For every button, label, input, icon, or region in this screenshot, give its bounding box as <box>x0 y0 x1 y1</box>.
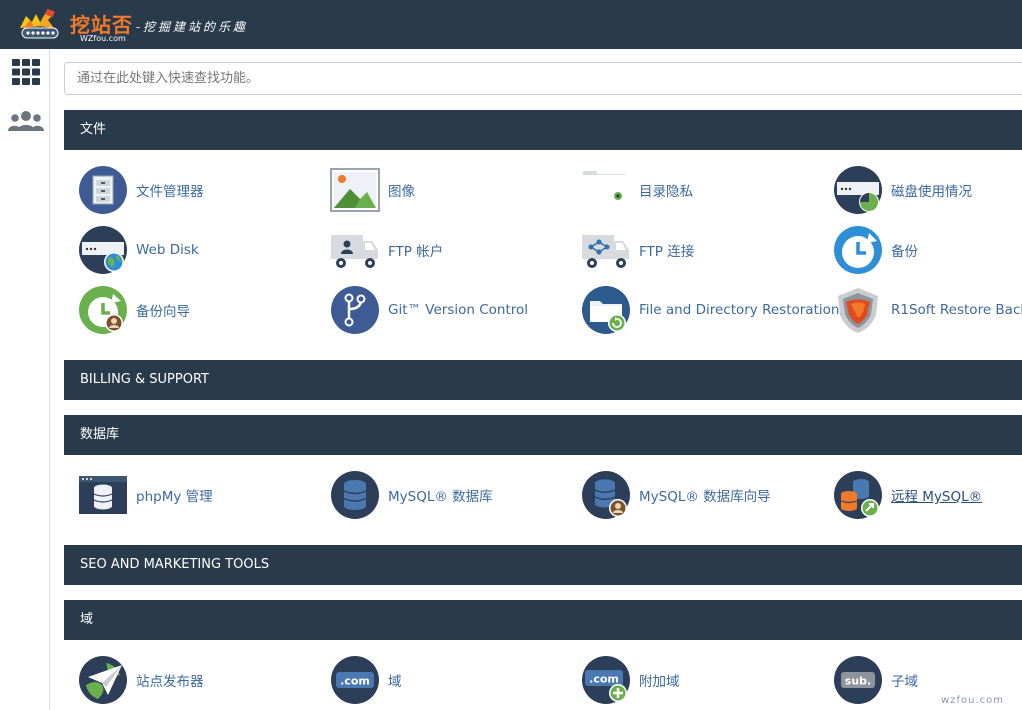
ftp-accounts-icon <box>330 225 380 275</box>
main-content: 文件 文件管理器 图像 目录隐私 磁盘使用情况 Web Disk <box>50 49 1022 710</box>
section-header-billing-support[interactable]: BILLING & SUPPORT <box>64 360 1022 400</box>
ftp-accounts-label: FTP 帐户 <box>388 244 444 260</box>
watermark: wzfou.com <box>941 695 1004 706</box>
disk-usage-label: 磁盘使用情况 <box>891 184 972 200</box>
apps-grid-button[interactable] <box>8 55 44 89</box>
section-header-domains[interactable]: 域 <box>64 600 1022 640</box>
ftp-accounts-link[interactable]: FTP 帐户 <box>330 224 443 276</box>
section-header-databases[interactable]: 数据库 <box>64 415 1022 455</box>
users-button[interactable] <box>8 104 44 138</box>
r1soft-restore-backups-link[interactable]: R1Soft Restore Back <box>833 284 1022 336</box>
file-manager-label: 文件管理器 <box>136 184 204 200</box>
images-icon <box>330 165 380 215</box>
disk-usage-link[interactable]: 磁盘使用情况 <box>833 164 972 216</box>
images-link[interactable]: 图像 <box>330 164 415 216</box>
section-header-files[interactable]: 文件 <box>64 110 1022 150</box>
backup-wizard-icon <box>78 285 128 335</box>
git-version-control-link[interactable]: Git™ Version Control <box>330 284 528 336</box>
mysql-database-icon <box>330 470 380 520</box>
phpmyadmin-icon <box>78 470 128 520</box>
git-icon <box>330 285 380 335</box>
subdomains-icon: sub. <box>833 655 883 705</box>
directory-privacy-label: 目录隐私 <box>639 184 693 200</box>
r1soft-shield-icon <box>833 285 883 335</box>
mysql-databases-label: MySQL® 数据库 <box>388 489 493 505</box>
disk-usage-icon <box>833 165 883 215</box>
web-disk-icon <box>78 225 128 275</box>
file-directory-restoration-link[interactable]: File and Directory Restoration <box>581 284 839 336</box>
grid-icon <box>12 59 40 85</box>
svg-text:.com: .com <box>340 675 370 688</box>
git-version-control-label: Git™ Version Control <box>388 302 529 318</box>
file-manager-link[interactable]: 文件管理器 <box>78 164 204 216</box>
ftp-connections-icon <box>581 225 631 275</box>
web-disk-label: Web Disk <box>136 242 199 258</box>
svg-text:sub.: sub. <box>845 675 871 688</box>
file-manager-icon <box>78 165 128 215</box>
backup-label: 备份 <box>891 244 918 260</box>
left-sidebar <box>0 49 50 710</box>
backup-icon <box>833 225 883 275</box>
site-publisher-link[interactable]: 站点发布器 <box>78 654 204 706</box>
subdomains-label: 子域 <box>891 674 918 690</box>
logo-slogan: -挖掘建站的乐趣 <box>136 20 249 34</box>
logo-text: 挖站否 WZfou.com -挖掘建站的乐趣 <box>70 6 250 44</box>
r1soft-restore-backups-label: R1Soft Restore Back <box>891 302 1022 318</box>
web-disk-link[interactable]: Web Disk <box>78 224 199 276</box>
backup-wizard-link[interactable]: 备份向导 <box>78 284 190 336</box>
directory-privacy-link[interactable]: 目录隐私 <box>581 164 693 216</box>
domains-icon: .com <box>330 655 380 705</box>
mysql-database-wizard-label: MySQL® 数据库向导 <box>639 489 771 505</box>
site-logo[interactable]: 挖站否 WZfou.com -挖掘建站的乐趣 <box>16 6 250 44</box>
restore-folder-icon <box>581 285 631 335</box>
addon-domains-label: 附加域 <box>639 674 680 690</box>
top-header: 挖站否 WZfou.com -挖掘建站的乐趣 <box>0 0 1022 49</box>
remote-mysql-label: 远程 MySQL® <box>891 489 983 505</box>
site-publisher-label: 站点发布器 <box>136 674 204 690</box>
domains-link[interactable]: .com 域 <box>330 654 402 706</box>
mysql-database-wizard-link[interactable]: MySQL® 数据库向导 <box>581 469 771 521</box>
section-header-seo-marketing[interactable]: SEO AND MARKETING TOOLS <box>64 545 1022 585</box>
svg-text:.com: .com <box>589 673 619 686</box>
mysql-wizard-icon <box>581 470 631 520</box>
subdomains-link[interactable]: sub. 子域 <box>833 654 918 706</box>
directory-privacy-icon <box>581 165 631 215</box>
remote-mysql-icon <box>833 470 883 520</box>
mysql-databases-link[interactable]: MySQL® 数据库 <box>330 469 493 521</box>
domains-label: 域 <box>388 674 402 690</box>
phpmyadmin-label: phpMy 管理 <box>136 489 213 505</box>
backup-link[interactable]: 备份 <box>833 224 918 276</box>
users-icon <box>8 111 44 131</box>
ftp-connections-link[interactable]: FTP 连接 <box>581 224 694 276</box>
logo-domain: WZfou.com <box>80 34 126 43</box>
images-label: 图像 <box>388 184 415 200</box>
site-publisher-icon <box>78 655 128 705</box>
quick-find-search-input[interactable] <box>64 62 1022 95</box>
addon-domains-icon: .com <box>581 655 631 705</box>
addon-domains-link[interactable]: .com 附加域 <box>581 654 680 706</box>
excavator-logo-icon <box>16 6 64 42</box>
phpmyadmin-link[interactable]: phpMy 管理 <box>78 469 213 521</box>
file-directory-restoration-label: File and Directory Restoration <box>639 302 840 318</box>
ftp-connections-label: FTP 连接 <box>639 244 695 260</box>
remote-mysql-link[interactable]: 远程 MySQL® <box>833 469 982 521</box>
backup-wizard-label: 备份向导 <box>136 304 190 320</box>
